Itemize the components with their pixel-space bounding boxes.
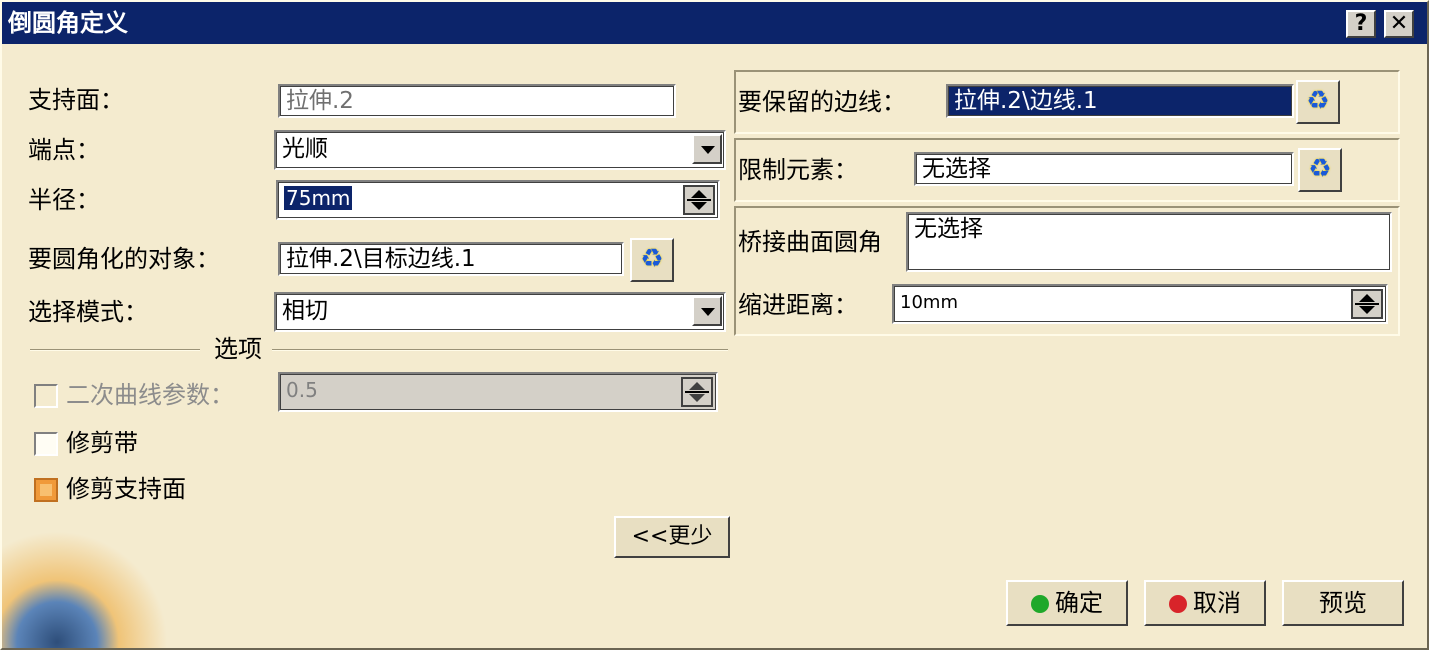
endpoint-dropdown-arrow-icon[interactable] [692, 134, 722, 164]
endpoint-label: 端点： [28, 136, 100, 164]
conic-field[interactable]: 0.5 [278, 372, 718, 412]
ok-label: 确定 [1055, 589, 1103, 617]
radius-label: 半径： [28, 186, 100, 214]
selection-picker-icon: ♻ [640, 244, 664, 274]
support-field[interactable]: 拉伸.2 [278, 84, 676, 118]
title-bar: 倒圆角定义 [2, 2, 1427, 44]
keep-edges-field[interactable]: 拉伸.2\边线.1 [946, 84, 1294, 118]
radius-spinner-icon[interactable] [683, 185, 715, 215]
mode-dropdown-arrow-icon[interactable] [692, 296, 722, 326]
selection-picker-icon: ♻ [1308, 154, 1332, 184]
window-title: 倒圆角定义 [8, 9, 128, 37]
objects-field[interactable]: 拉伸.2\目标边线.1 [278, 242, 624, 276]
conic-label: 二次曲线参数： [66, 381, 234, 409]
cancel-label: 取消 [1193, 589, 1241, 617]
trim-ribbon-label: 修剪带 [66, 429, 138, 457]
close-button[interactable]: ✕ [1384, 10, 1414, 38]
radius-value: 75mm [284, 186, 353, 210]
blend-label: 桥接曲面圆角 [738, 228, 882, 256]
limit-label: 限制元素： [738, 156, 858, 184]
support-label: 支持面： [28, 86, 124, 114]
setback-spinner-icon[interactable] [1351, 289, 1383, 319]
less-button[interactable]: <<更少 [614, 516, 730, 558]
conic-spinner-icon[interactable] [681, 377, 713, 407]
limit-field[interactable]: 无选择 [914, 152, 1294, 186]
mode-label: 选择模式： [28, 298, 148, 326]
objects-label: 要圆角化的对象： [28, 245, 220, 273]
options-separator-right [272, 349, 728, 351]
endpoint-value: 光顺 [282, 136, 328, 162]
trim-ribbon-checkbox[interactable] [34, 432, 58, 456]
keep-edges-label: 要保留的边线： [738, 88, 906, 116]
help-button[interactable]: ? [1346, 10, 1376, 38]
endpoint-dropdown[interactable]: 光顺 [274, 130, 726, 170]
objects-pick-button[interactable]: ♻ [630, 238, 674, 282]
trim-support-label: 修剪支持面 [66, 475, 186, 503]
conic-value: 0.5 [286, 378, 318, 402]
setback-field[interactable]: 10mm [892, 284, 1388, 324]
trim-support-checkbox[interactable] [34, 478, 58, 502]
cancel-button[interactable]: 取消 [1144, 580, 1266, 626]
red-dot-icon [1169, 595, 1187, 613]
limit-pick-button[interactable]: ♻ [1298, 148, 1342, 192]
conic-checkbox[interactable] [34, 384, 58, 408]
setback-label: 缩进距离： [738, 291, 858, 319]
green-dot-icon [1031, 595, 1049, 613]
mode-value: 相切 [282, 298, 328, 324]
preview-button[interactable]: 预览 [1282, 580, 1404, 626]
options-separator-left [30, 349, 200, 351]
mode-dropdown[interactable]: 相切 [274, 292, 726, 332]
radius-field[interactable]: 75mm [276, 180, 720, 220]
blend-field[interactable]: 无选择 [906, 212, 1392, 272]
keep-edges-pick-button[interactable]: ♻ [1296, 80, 1340, 124]
selection-picker-icon: ♻ [1306, 86, 1330, 116]
options-label: 选项 [214, 335, 262, 363]
setback-value: 10mm [900, 292, 958, 313]
ok-button[interactable]: 确定 [1006, 580, 1128, 626]
